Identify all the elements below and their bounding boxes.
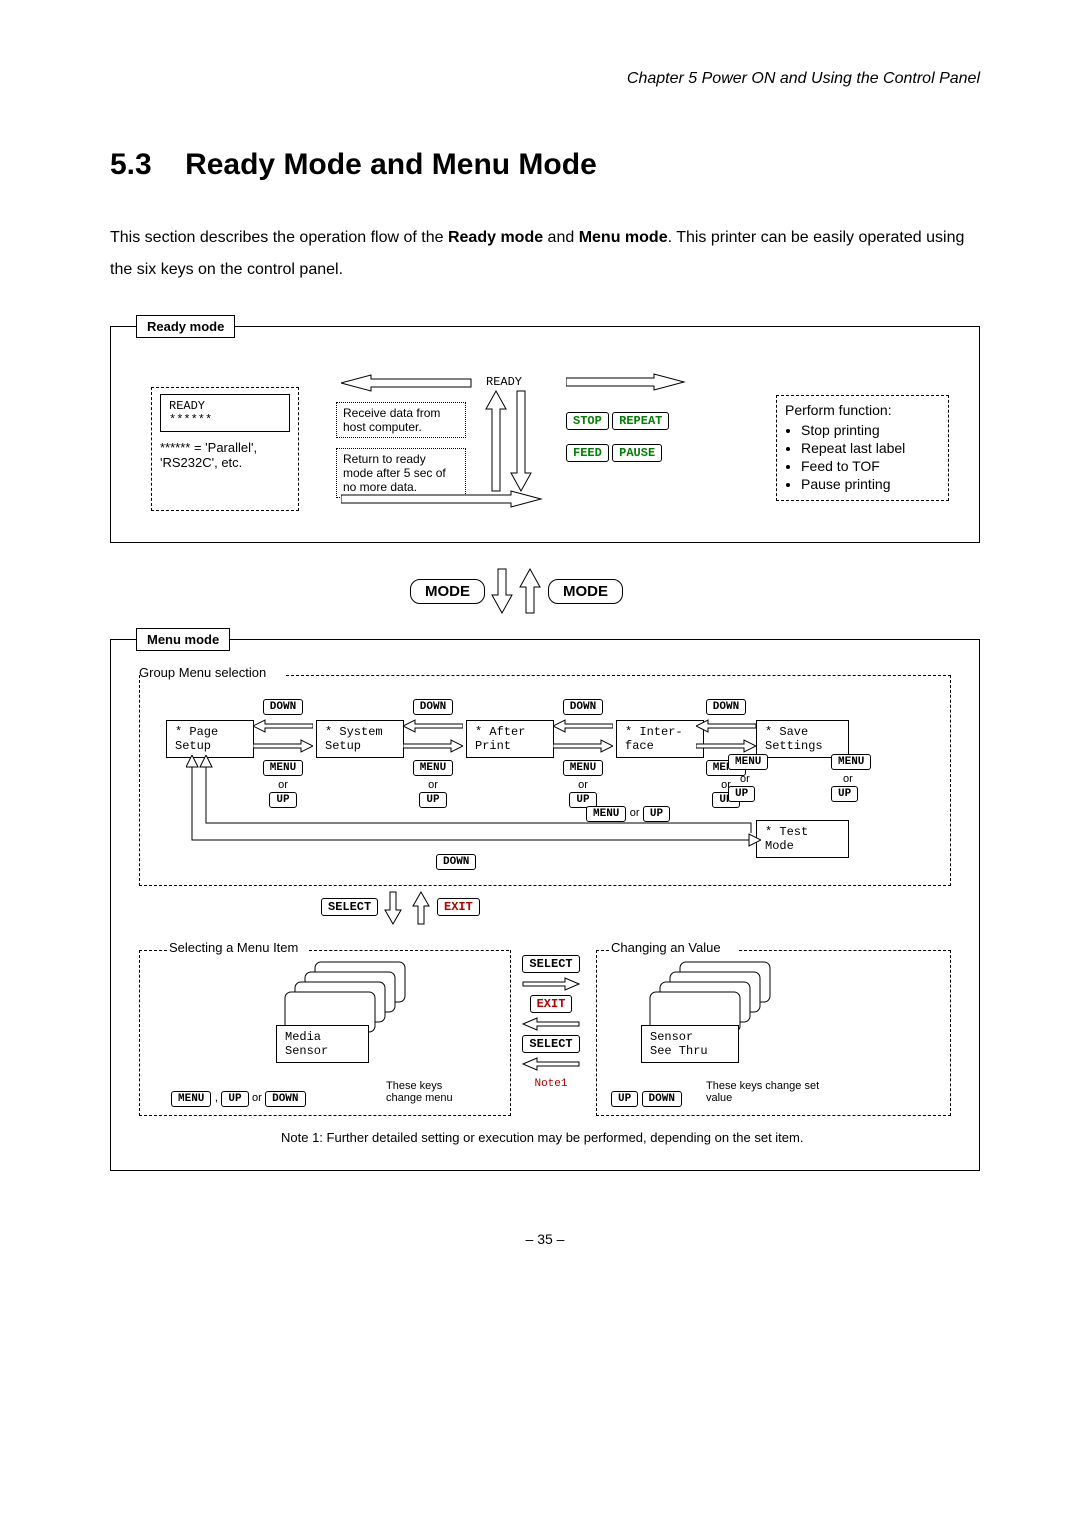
stop-key: STOP (566, 412, 609, 430)
exit-key-2: EXIT (530, 995, 573, 1013)
up-key-6: UP (831, 786, 858, 802)
menu-system-setup: * System Setup (316, 720, 404, 758)
intro-bold-menu: Menu mode (579, 229, 668, 246)
lcd-note: ****** = 'Parallel', 'RS232C', etc. (160, 440, 290, 470)
func-repeat: Repeat last label (801, 440, 940, 456)
mode-transition-arrows (488, 567, 544, 615)
lcd-line2: ****** (169, 413, 212, 427)
section-title-text: Ready Mode and Menu Mode (185, 148, 597, 181)
chapter-header: Chapter 5 Power ON and Using the Control… (110, 70, 980, 88)
function-title: Perform function: (785, 402, 940, 418)
menu-key-bottom: MENU (171, 1091, 211, 1107)
func-stop: Stop printing (801, 422, 940, 438)
select-key: SELECT (321, 898, 378, 916)
down-key-3: DOWN (563, 699, 603, 715)
nav-arrows-1 (253, 716, 313, 756)
ready-lcd-group: READY ****** ****** = 'Parallel', 'RS232… (151, 387, 299, 511)
up-key-bottom: UP (221, 1091, 248, 1107)
exit-key: EXIT (437, 898, 480, 916)
lcd-display: READY ****** (160, 394, 290, 432)
arrow-select-left (521, 1055, 581, 1073)
intro-paragraph: This section describes the operation flo… (110, 222, 980, 286)
nav-arrows-4 (696, 716, 756, 756)
down-key-loop: DOWN (436, 854, 476, 870)
select-key-3: SELECT (522, 1035, 579, 1053)
func-pause: Pause printing (801, 476, 940, 492)
arrow-to-functions (566, 373, 686, 391)
ready-mode-diagram: Ready mode READY READY ****** ****** = '… (110, 326, 980, 543)
feed-key: FEED (566, 444, 609, 462)
mode-transition: MODE MODE (110, 567, 980, 615)
down-key-bottom-r: DOWN (642, 1091, 682, 1107)
intro-text-1: This section describes the operation flo… (110, 229, 448, 246)
menu-test-mode: * Test Mode (756, 820, 849, 858)
repeat-key: REPEAT (612, 412, 669, 430)
down-key-1: DOWN (263, 699, 303, 715)
up-key-bottom-r: UP (611, 1091, 638, 1107)
section-number: 5.3 (110, 148, 152, 181)
select-exit-arrows (383, 890, 433, 926)
down-key-bottom: DOWN (265, 1091, 305, 1107)
pause-key: PAUSE (612, 444, 662, 462)
or-text-6: or (831, 773, 853, 785)
arrow-select-right (521, 975, 581, 993)
sensor-seethru-box: Sensor See Thru (641, 1025, 739, 1063)
nav-arrows-2 (403, 716, 463, 756)
arrow-flow-ready (341, 371, 551, 511)
down-key-4: DOWN (706, 699, 746, 715)
note1-marker: Note1 (534, 1078, 567, 1090)
menu-mode-label: Menu mode (136, 628, 230, 651)
or-text-bottom: or (252, 1092, 262, 1104)
note1-text: Note 1: Further detailed setting or exec… (281, 1130, 803, 1145)
keys-change-value-note: These keys change set value (706, 1080, 826, 1104)
arrow-exit-left (521, 1015, 581, 1033)
mode-button-left: MODE (410, 579, 485, 604)
page-number: – 35 – (110, 1231, 980, 1247)
nav-arrows-3 (553, 716, 613, 756)
media-sensor-box: Media Sensor (276, 1025, 369, 1063)
section-title: 5.3 Ready Mode and Menu Mode (110, 148, 980, 182)
menu-after-print: * After Print (466, 720, 554, 758)
func-feed: Feed to TOF (801, 458, 940, 474)
mode-button-right: MODE (548, 579, 623, 604)
menu-page-setup: * Page Setup (166, 720, 254, 758)
intro-bold-ready: Ready mode (448, 229, 543, 246)
menu-key-6: MENU (831, 754, 871, 770)
down-key-2: DOWN (413, 699, 453, 715)
function-list-box: Perform function: Stop printing Repeat l… (776, 395, 949, 501)
lcd-line1: READY (169, 399, 205, 413)
loop-arrows (186, 755, 761, 865)
menu-mode-diagram: Menu mode Group Menu selection * Page Se… (110, 639, 980, 1171)
select-key-2: SELECT (522, 955, 579, 973)
ready-mode-label: Ready mode (136, 315, 235, 338)
intro-text-2: and (543, 229, 579, 246)
keys-change-menu-note: These keys change menu (386, 1080, 476, 1104)
